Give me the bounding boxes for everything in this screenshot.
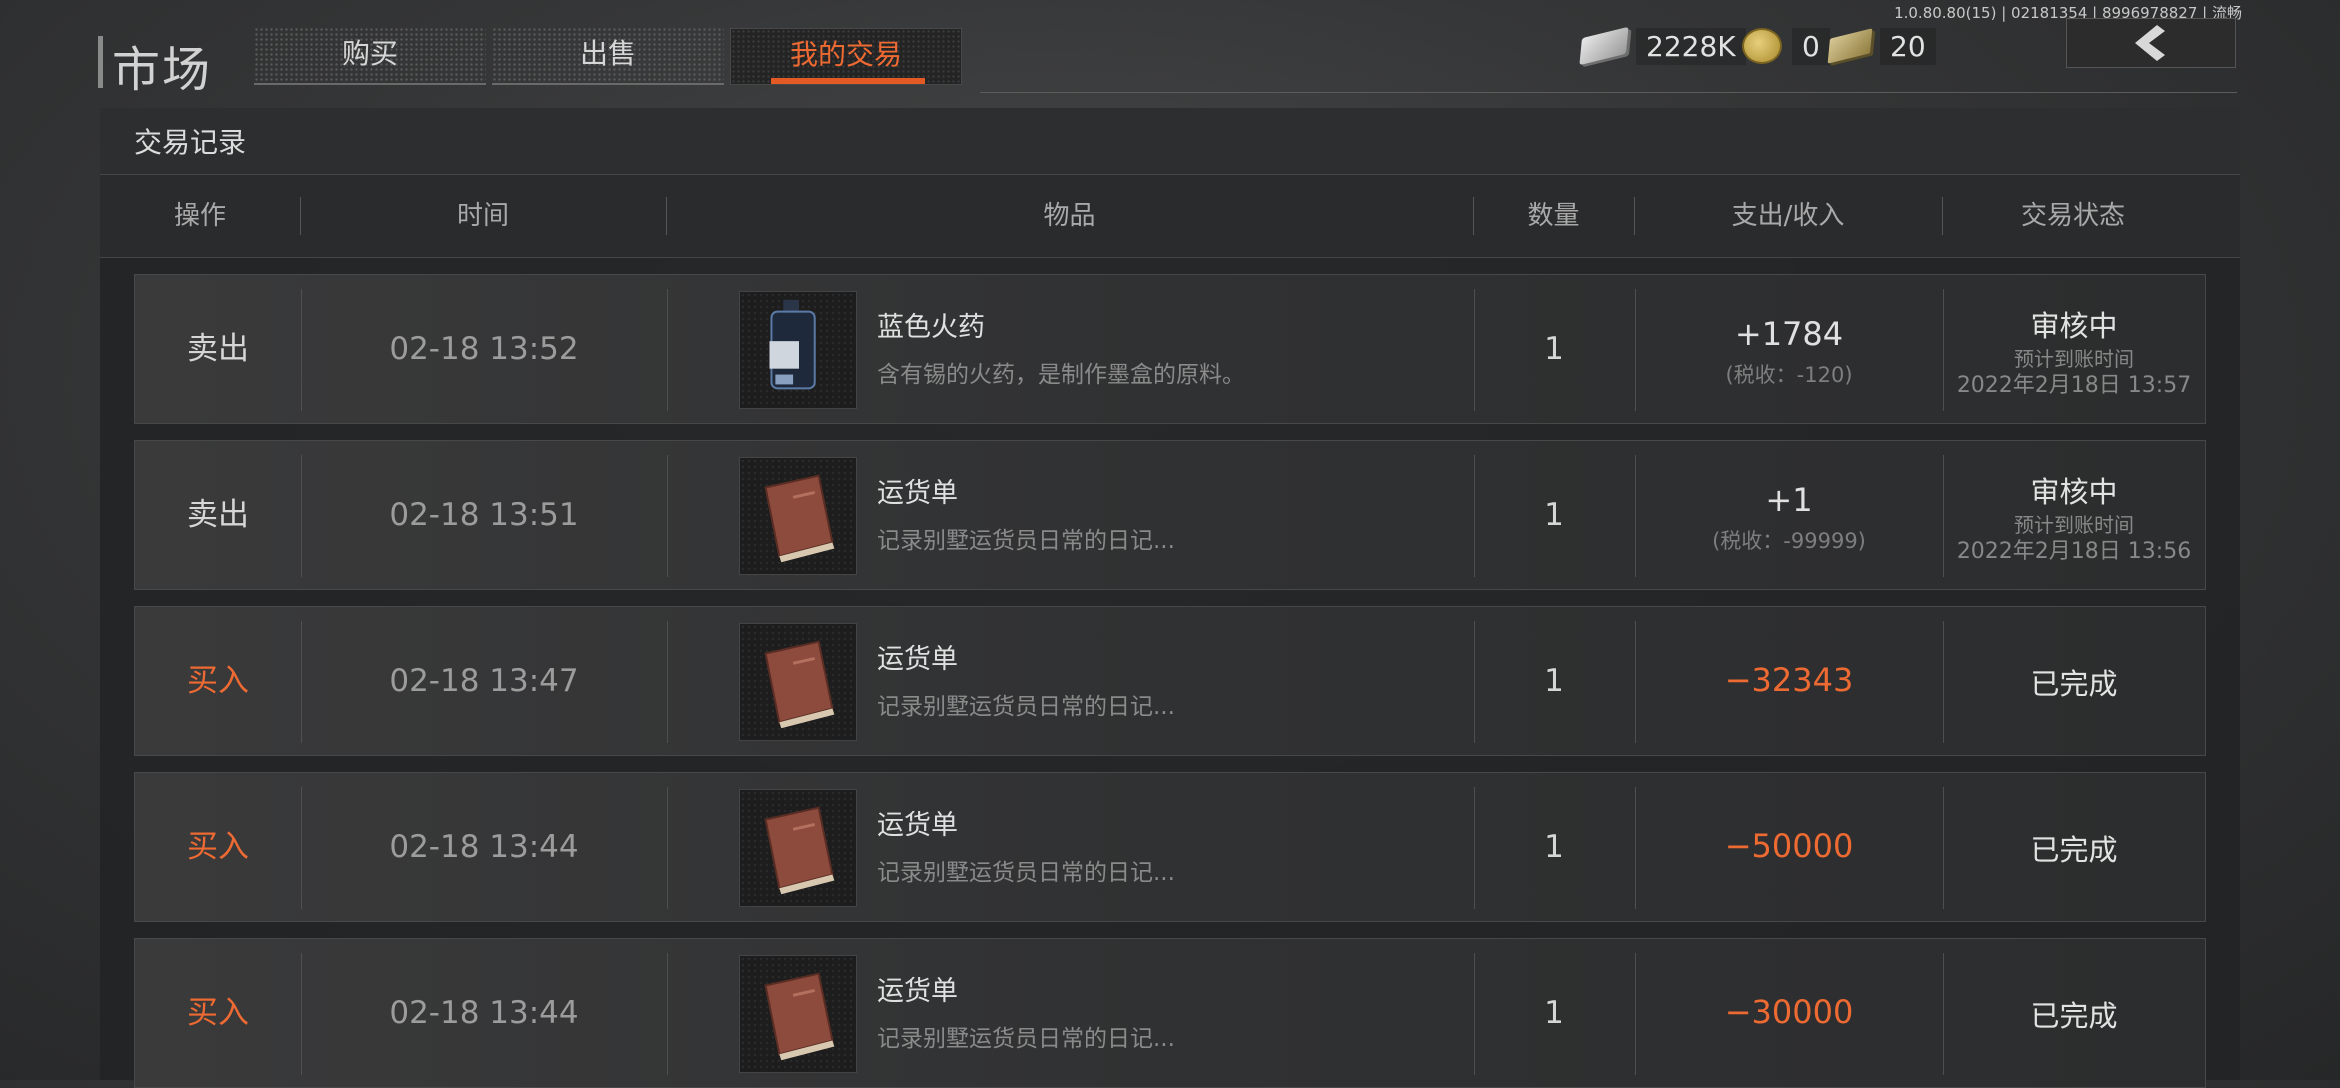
tax-value: (税收：-99999) — [1712, 529, 1866, 553]
row-action: 买入 — [187, 829, 249, 865]
title-accent-bar — [98, 36, 103, 88]
tax-value: (税收：-120) — [1725, 363, 1853, 387]
row-time: 02-18 13:44 — [389, 995, 579, 1031]
row-status: 已完成 — [1943, 773, 2205, 921]
back-button[interactable] — [2066, 18, 2236, 68]
item-name: 蓝色火药 — [877, 312, 985, 343]
panel-title: 交易记录 — [100, 108, 2240, 174]
tab-buy-label: 购买 — [341, 37, 398, 70]
coin-icon — [1742, 28, 1782, 64]
row-status: 审核中 预计到账时间 2022年2月18日 13:57 — [1943, 275, 2205, 423]
bill-value: 20 — [1880, 27, 1936, 65]
currency-coin: 0 — [1742, 26, 1830, 66]
row-amount: −50000 — [1635, 773, 1943, 921]
row-qty: 1 — [1544, 331, 1564, 367]
row-amount: −32343 — [1635, 607, 1943, 755]
amount-value: +1784 — [1734, 315, 1844, 353]
row-qty: 1 — [1544, 663, 1564, 699]
book-icon — [739, 457, 857, 575]
table-row[interactable]: 买入 02-18 13:44 运货单 记录别墅运货员日常的日记... 1 −50… — [134, 772, 2206, 922]
bill-icon — [1827, 28, 1873, 64]
row-qty: 1 — [1544, 829, 1564, 865]
amount-value: −50000 — [1724, 827, 1854, 865]
table-row[interactable]: 卖出 02-18 13:52 蓝色火药 含有锡的火药，是制作墨盒的原料。 1 +… — [134, 274, 2206, 424]
item-desc: 含有锡的火药，是制作墨盒的原料。 — [877, 362, 1245, 388]
table-row[interactable]: 买入 02-18 13:44 运货单 记录别墅运货员日常的日记... 1 −30… — [134, 938, 2206, 1088]
item-desc: 记录别墅运货员日常的日记... — [877, 694, 1175, 720]
amount-value: −30000 — [1724, 993, 1854, 1031]
row-action: 买入 — [187, 995, 249, 1031]
row-divider — [667, 289, 668, 411]
col-amount: 支出/收入 — [1731, 201, 1845, 231]
item-desc: 记录别墅运货员日常的日记... — [877, 860, 1175, 886]
coin-value: 0 — [1792, 27, 1830, 65]
row-action: 卖出 — [187, 331, 249, 367]
row-amount: +1 (税收：-99999) — [1635, 441, 1943, 589]
table-row[interactable]: 卖出 02-18 13:51 运货单 记录别墅运货员日常的日记... 1 +1 … — [134, 440, 2206, 590]
page-title: 市场 — [112, 42, 213, 98]
book-icon — [739, 789, 857, 907]
col-status: 交易状态 — [2020, 201, 2125, 231]
status-label: 已完成 — [2030, 667, 2118, 701]
row-action: 卖出 — [187, 497, 249, 533]
table-row[interactable]: 买入 02-18 13:47 运货单 记录别墅运货员日常的日记... 1 −32… — [134, 606, 2206, 756]
row-qty: 1 — [1544, 497, 1564, 533]
status-label: 已完成 — [2030, 999, 2118, 1033]
row-time: 02-18 13:51 — [389, 497, 579, 533]
header-divider — [980, 92, 2237, 93]
row-time: 02-18 13:47 — [389, 663, 579, 699]
row-divider — [667, 787, 668, 909]
row-status: 已完成 — [1943, 607, 2205, 755]
amount-value: −32343 — [1724, 661, 1854, 699]
active-tab-indicator — [771, 78, 925, 84]
status-label: 已完成 — [2030, 833, 2118, 867]
row-time: 02-18 13:44 — [389, 829, 579, 865]
row-status: 审核中 预计到账时间 2022年2月18日 13:56 — [1943, 441, 2205, 589]
item-name: 运货单 — [877, 478, 958, 509]
item-name: 运货单 — [877, 810, 958, 841]
status-label: 审核中 — [2030, 475, 2118, 509]
col-item: 物品 — [1043, 201, 1096, 231]
tab-sell[interactable]: 出售 — [492, 28, 724, 85]
item-name: 运货单 — [877, 976, 958, 1007]
row-divider — [667, 621, 668, 743]
tab-my-trades[interactable]: 我的交易 — [730, 28, 962, 85]
col-qty: 数量 — [1527, 201, 1580, 231]
col-time: 时间 — [456, 201, 509, 231]
amount-value: +1 — [1765, 481, 1813, 519]
row-status: 已完成 — [1943, 939, 2205, 1087]
currency-bill: 20 — [1827, 26, 1936, 66]
book-icon — [739, 623, 857, 741]
tab-buy[interactable]: 购买 — [254, 28, 486, 85]
tab-sell-label: 出售 — [579, 37, 636, 70]
book-icon — [739, 955, 857, 1073]
row-amount: −30000 — [1635, 939, 1943, 1087]
row-divider — [667, 455, 668, 577]
cash-value: 2228K — [1636, 27, 1746, 65]
row-divider — [667, 953, 668, 1075]
item-desc: 记录别墅运货员日常的日记... — [877, 528, 1175, 554]
trade-records-panel: 交易记录 操作 时间 物品 数量 支出/收入 交易状态 — [100, 108, 2240, 1080]
row-action: 买入 — [187, 663, 249, 699]
cash-icon — [1579, 26, 1629, 66]
status-eta: 2022年2月18日 13:57 — [1956, 373, 2192, 398]
row-amount: +1784 (税收：-120) — [1635, 275, 1943, 423]
currency-cash: 2228K — [1579, 26, 1746, 66]
row-qty: 1 — [1544, 995, 1564, 1031]
item-name: 运货单 — [877, 644, 958, 675]
status-eta: 2022年2月18日 13:56 — [1956, 539, 2192, 564]
gunpowder-icon — [739, 291, 857, 409]
item-desc: 记录别墅运货员日常的日记... — [877, 1026, 1175, 1052]
tab-my-trades-label: 我的交易 — [789, 38, 902, 71]
col-action: 操作 — [173, 201, 226, 231]
status-label: 审核中 — [2030, 309, 2118, 343]
column-header: 操作 时间 物品 数量 支出/收入 交易状态 — [100, 174, 2240, 258]
row-time: 02-18 13:52 — [389, 331, 579, 367]
chevron-left-icon — [2135, 25, 2165, 61]
